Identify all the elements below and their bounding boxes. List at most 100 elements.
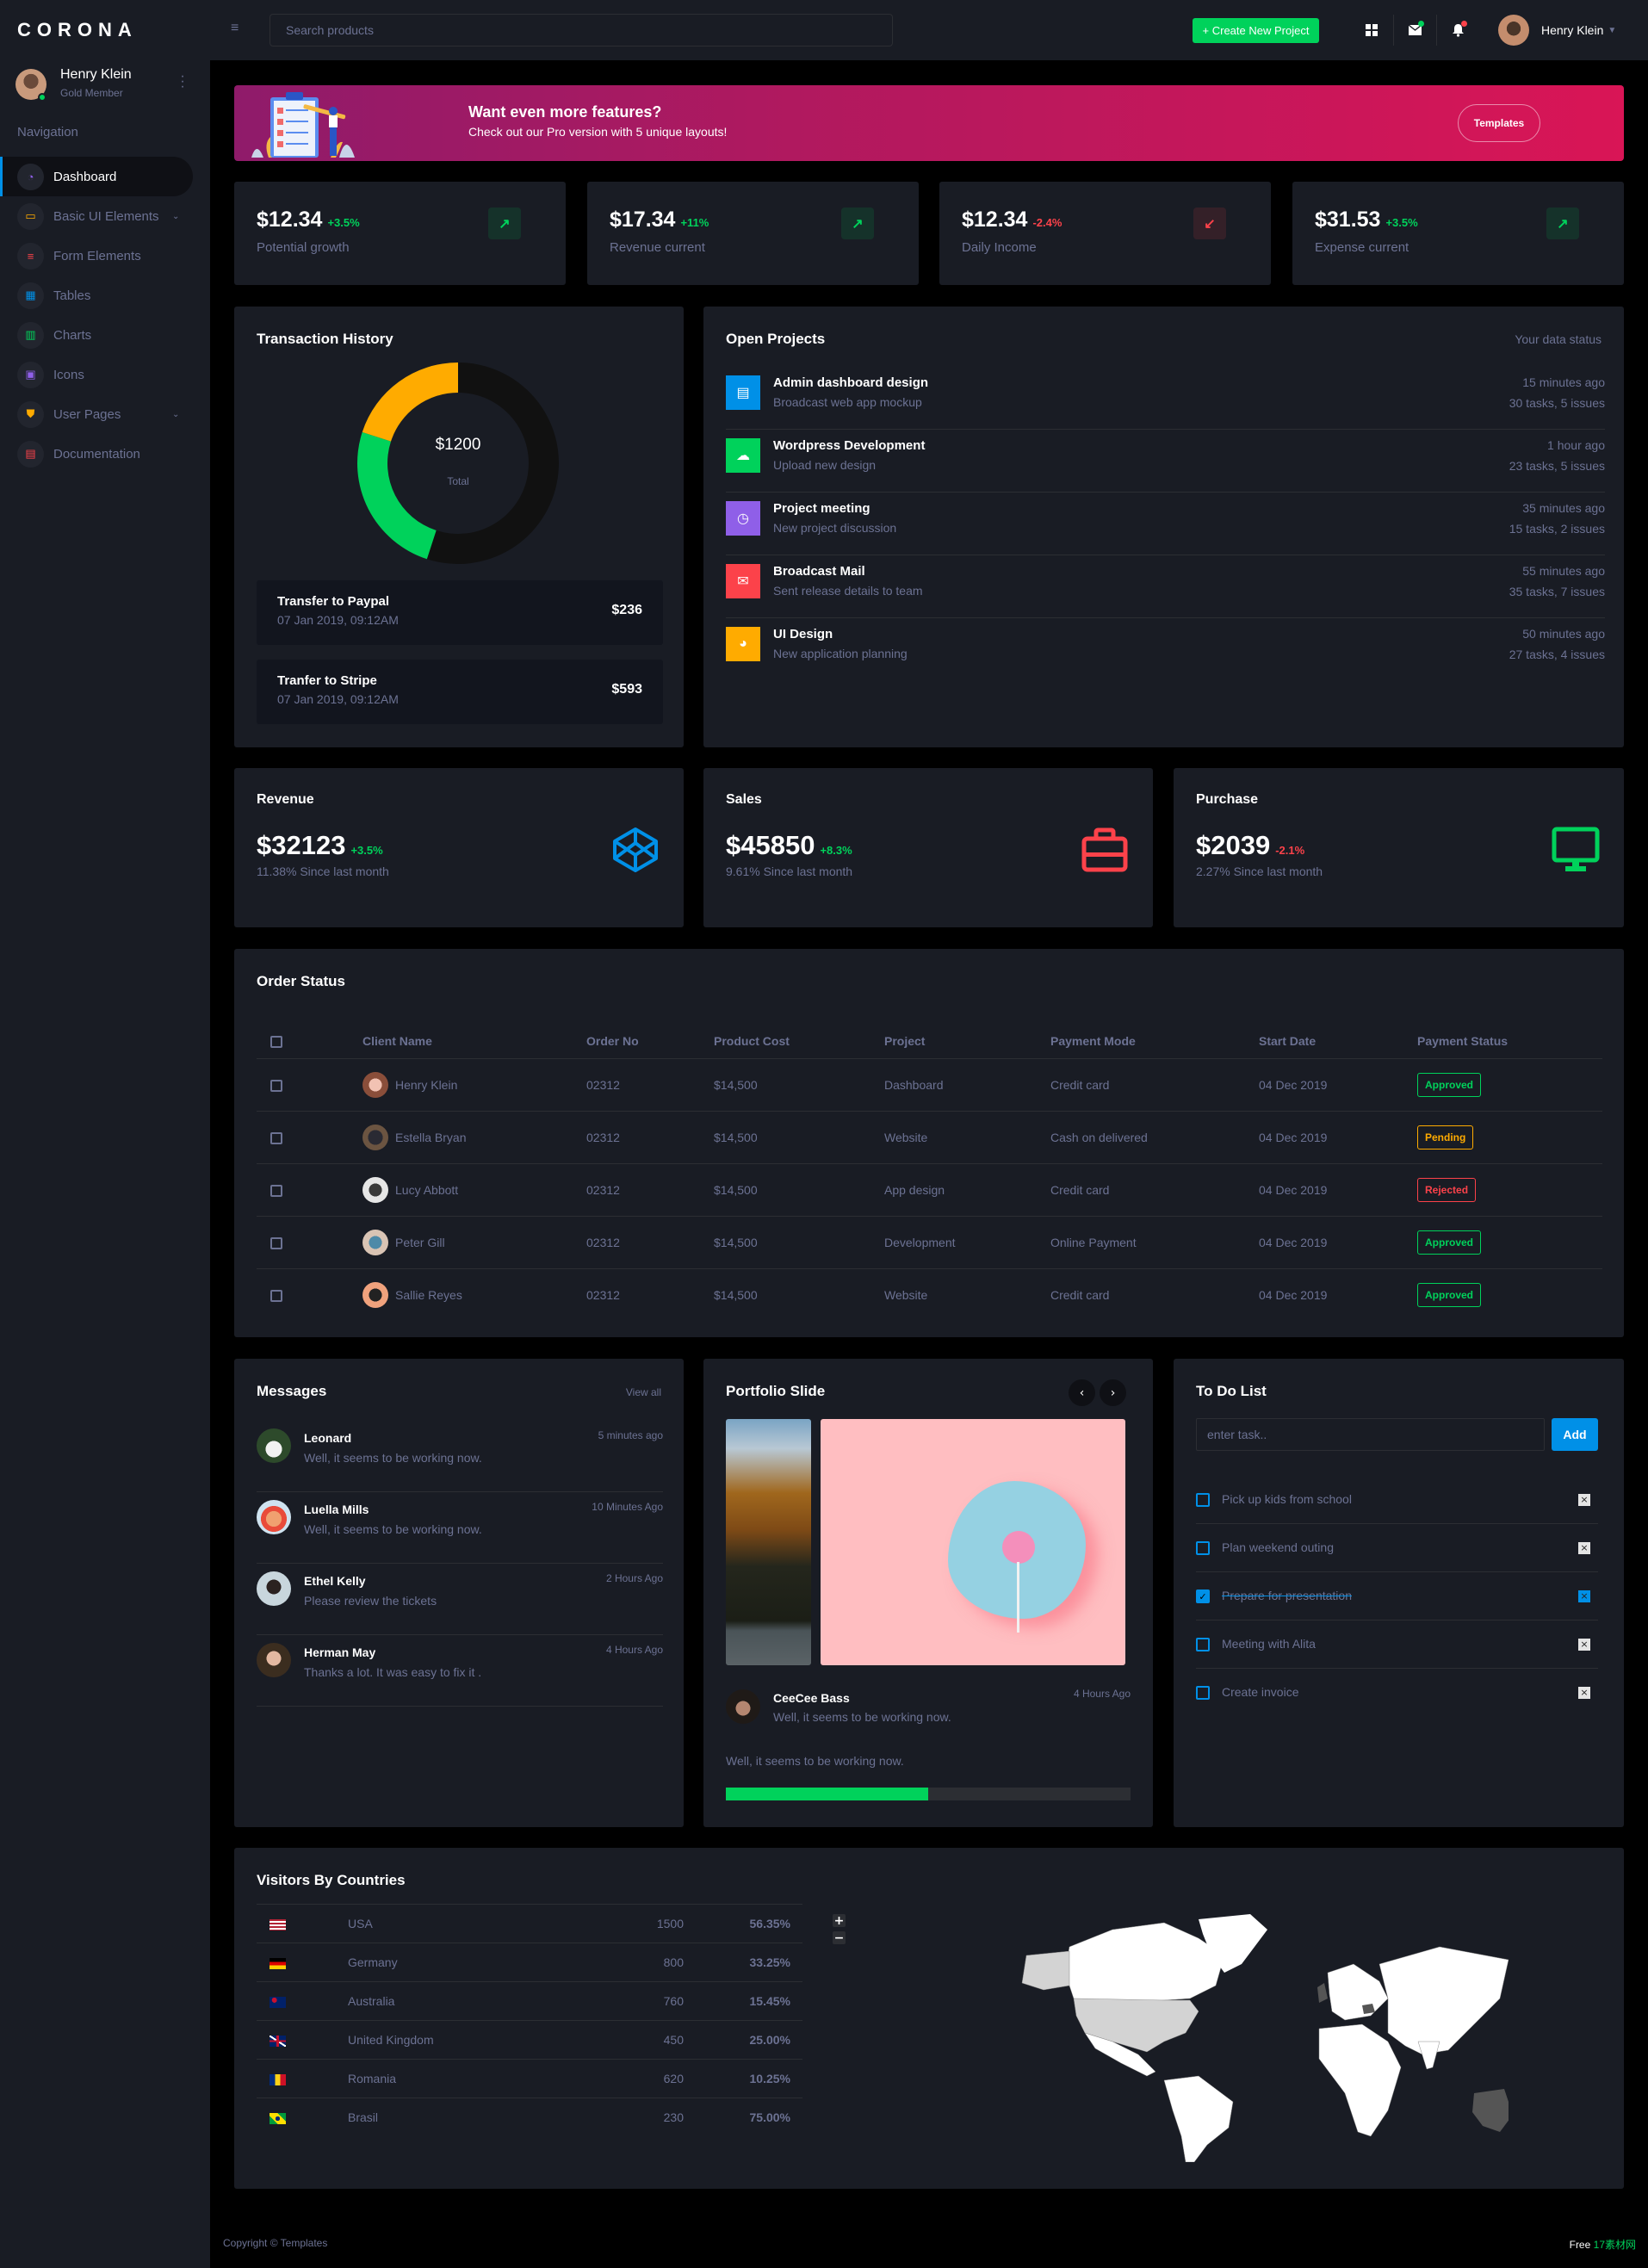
chevron-down-icon: ⌄ <box>172 409 180 419</box>
todo-item: ✓ Prepare for presentation × <box>1196 1572 1598 1620</box>
remove-icon[interactable]: × <box>1578 1590 1590 1602</box>
transaction-item[interactable]: Transfer to Paypal 07 Jan 2019, 09:12AM $2… <box>257 580 663 645</box>
sidebar-item-form-elements[interactable]: ≡ Form Elements <box>0 236 210 276</box>
remove-icon[interactable]: × <box>1578 1687 1590 1699</box>
project-subtitle: Broadcast web app mockup <box>773 395 922 409</box>
project-item[interactable]: ▤ Admin dashboard design Broadcast web app… <box>726 367 1605 430</box>
message-item[interactable]: Ethel Kelly Please review the tickets 2 Ho… <box>257 1564 663 1635</box>
create-project-button[interactable]: + Create New Project <box>1193 18 1319 43</box>
message-sender: Herman May <box>304 1645 376 1659</box>
row-checkbox[interactable] <box>270 1236 282 1249</box>
donut-total: $1200 <box>435 436 481 454</box>
world-map[interactable] <box>940 1904 1509 2162</box>
column-header: Start Date <box>1259 1009 1417 1059</box>
checkbox-icon[interactable] <box>1196 1686 1210 1700</box>
menu-toggle-icon[interactable]: ≡ <box>231 21 239 36</box>
sidebar-item-label: Icons <box>53 367 84 382</box>
message-item[interactable]: Herman May Thanks a lot. It was easy to f… <box>257 1635 663 1707</box>
checkbox-icon[interactable] <box>1196 1638 1210 1651</box>
stat-delta: +3.5% <box>327 216 360 229</box>
project-item[interactable]: ◷ Project meeting New project discussion 35… <box>726 493 1605 555</box>
cost-cell: $14,500 <box>714 1216 884 1269</box>
row-checkbox[interactable] <box>270 1289 282 1302</box>
client-name: Henry Klein <box>395 1077 458 1092</box>
remove-icon[interactable]: × <box>1578 1639 1590 1651</box>
sidebar-item-charts[interactable]: ▥ Charts <box>0 315 210 355</box>
footer-credit-brand[interactable]: 17素材网 <box>1594 2239 1636 2251</box>
search-input[interactable] <box>270 14 893 46</box>
bell-icon[interactable] <box>1445 17 1471 43</box>
project-item[interactable]: ✉ Broadcast Mail Sent release details to t… <box>726 555 1605 618</box>
checklist-illustration-icon <box>251 92 355 158</box>
todo-input[interactable] <box>1196 1418 1545 1451</box>
metric-subtext: 2.27% Since last month <box>1196 864 1323 878</box>
view-all-link[interactable]: View all <box>626 1386 661 1398</box>
row-checkbox[interactable] <box>270 1184 282 1197</box>
remove-icon[interactable]: × <box>1578 1494 1590 1506</box>
lollipop-shape <box>1002 1531 1035 1564</box>
sidebar-item-basic-ui-elements[interactable]: ▭ Basic UI Elements ⌄ <box>0 196 210 236</box>
sidebar-item-label: Tables <box>53 288 91 303</box>
project-item[interactable]: ☁ Wordpress Development Upload new design 1… <box>726 430 1605 493</box>
visitor-percent: 15.45% <box>684 1981 802 2021</box>
metric-title: Revenue <box>257 792 314 807</box>
stat-label: Revenue current <box>610 240 705 255</box>
transaction-item[interactable]: Tranfer to Stripe 07 Jan 2019, 09:12AM $59… <box>257 660 663 724</box>
user-menu[interactable]: Henry Klein ▼ <box>1498 15 1616 46</box>
more-vertical-icon[interactable]: · · · <box>179 70 186 94</box>
select-all-checkbox[interactable] <box>270 1036 282 1049</box>
mode-cell: Credit card <box>1050 1163 1259 1217</box>
sidebar-item-user-pages[interactable]: ⛊ User Pages ⌄ <box>0 394 210 434</box>
card-title: Messages <box>257 1383 327 1399</box>
metric-amount: $2039 <box>1196 830 1271 860</box>
column-header <box>257 1009 362 1059</box>
visitor-row: USA 1500 56.35% <box>257 1904 802 1943</box>
row-checkbox[interactable] <box>270 1131 282 1144</box>
message-item[interactable]: Leonard Well, it seems to be working now.… <box>257 1421 663 1492</box>
add-task-button[interactable]: Add <box>1552 1418 1598 1451</box>
map-alaska <box>1021 1950 1070 1991</box>
cloud-download-icon: ☁ <box>726 438 760 473</box>
project-item[interactable]: ◕ UI Design New application planning 50 min… <box>726 618 1605 681</box>
prev-slide-button[interactable]: ‹ <box>1069 1379 1095 1406</box>
nav-heading: Navigation <box>17 125 78 139</box>
stat-value: $31.53 +3.5% <box>1315 208 1418 232</box>
project-subtitle: Sent release details to team <box>773 584 923 598</box>
country-name: Romania <box>348 2059 572 2098</box>
mail-icon: ✉ <box>726 564 760 598</box>
checkbox-icon[interactable] <box>1196 1493 1210 1507</box>
metric-value: $45850 +8.3% <box>726 830 852 861</box>
country-name: Brasil <box>348 2098 572 2137</box>
checkbox-icon[interactable] <box>1196 1541 1210 1555</box>
date-cell: 04 Dec 2019 <box>1259 1111 1417 1164</box>
sidebar-item-documentation[interactable]: ▤ Documentation <box>0 434 210 474</box>
portfolio-image-lollipop[interactable] <box>821 1419 1125 1665</box>
checkbox-checked-icon[interactable]: ✓ <box>1196 1589 1210 1603</box>
message-item[interactable]: Luella Mills Well, it seems to be working… <box>257 1492 663 1564</box>
sidebar-item-dashboard[interactable]: ◔ Dashboard <box>0 157 193 196</box>
sidebar-item-icons[interactable]: ▣ Icons <box>0 355 210 394</box>
templates-button[interactable]: Templates <box>1458 104 1540 142</box>
donut-segment-orange[interactable] <box>362 363 458 442</box>
map-zoom-in-button[interactable]: + <box>833 1914 846 1927</box>
project-subtitle: Upload new design <box>773 458 877 472</box>
clock-icon: ◷ <box>726 501 760 536</box>
country-name: Germany <box>348 1943 572 1982</box>
mail-icon[interactable] <box>1402 17 1428 43</box>
message-sender: Leonard <box>304 1431 352 1445</box>
order-status-card: Order Status Client Name Order No Product … <box>234 949 1624 1337</box>
remove-icon[interactable]: × <box>1578 1542 1590 1554</box>
visitor-count: 800 <box>572 1943 684 1982</box>
todo-label: Pick up kids from school <box>1222 1492 1352 1506</box>
gb-flag-icon <box>270 2035 286 2047</box>
sidebar-item-tables[interactable]: ▦ Tables <box>0 276 210 315</box>
portfolio-image-mountain[interactable] <box>726 1419 811 1665</box>
client: Peter Gill <box>362 1229 586 1255</box>
cost-cell: $14,500 <box>714 1058 884 1112</box>
apps-grid-icon[interactable] <box>1359 17 1385 43</box>
next-slide-button[interactable]: › <box>1100 1379 1126 1406</box>
brand-logo[interactable]: CORONA <box>17 19 138 41</box>
map-zoom-out-button[interactable]: − <box>833 1931 846 1944</box>
metric-title: Purchase <box>1196 792 1259 807</box>
row-checkbox[interactable] <box>270 1079 282 1092</box>
